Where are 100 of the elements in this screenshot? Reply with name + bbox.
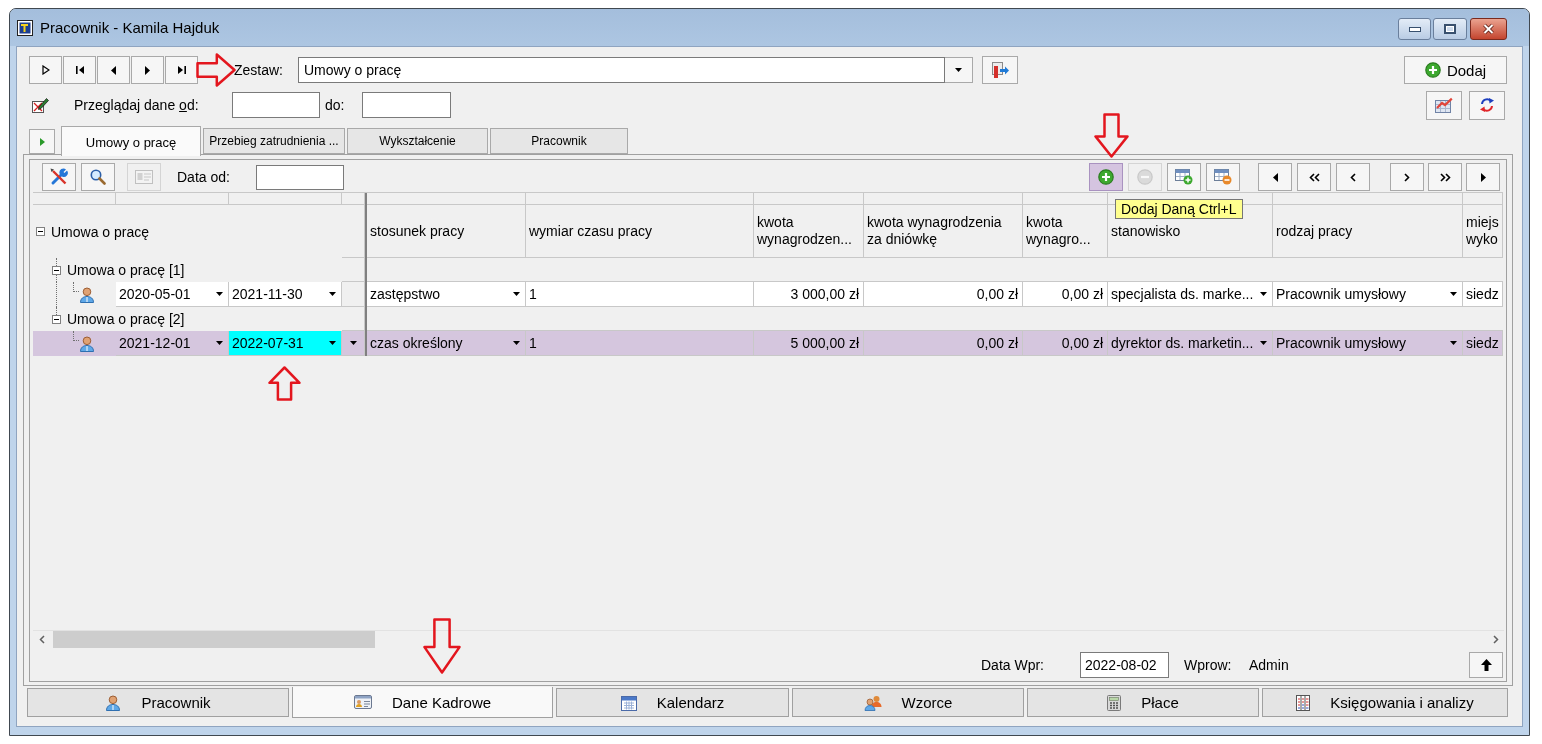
plus-circle-icon: [1098, 169, 1114, 185]
ledger-icon: [1296, 694, 1311, 711]
maximize-button[interactable]: [1433, 18, 1467, 40]
bottom-tab[interactable]: Płace: [1027, 688, 1259, 717]
triangle-left-icon: [1272, 172, 1278, 182]
scroll-last-button[interactable]: [1466, 163, 1500, 191]
triangle-right-icon: [1480, 172, 1486, 182]
pencil-cross-icon[interactable]: [32, 96, 49, 114]
double-chevron-left-icon: [1308, 172, 1320, 182]
set-label: Zestaw:: [234, 62, 284, 78]
minus-circle-icon: [1137, 169, 1153, 185]
first-record-button[interactable]: [63, 56, 96, 84]
table-cell: siedz: [1463, 331, 1503, 356]
table-cell: 0,00 zł: [864, 331, 1023, 356]
refresh-icon: [1479, 97, 1495, 113]
table-minus-icon: [1214, 169, 1232, 185]
scrollbar-thumb[interactable]: [53, 631, 375, 648]
dropdown-cell[interactable]: specjalista ds. marke...: [1108, 282, 1273, 307]
arrow-up-icon: [1480, 659, 1492, 671]
set-options-button[interactable]: [982, 56, 1018, 84]
bottom-tab[interactable]: Dane Kadrowe: [292, 687, 553, 718]
dropdown-button[interactable]: [945, 57, 973, 83]
table-cell: 5 000,00 zł: [754, 331, 864, 356]
caret-icon: [513, 341, 520, 345]
tools-button[interactable]: [42, 163, 76, 191]
author-value: Admin: [1249, 657, 1290, 673]
maximize-icon: [1444, 24, 1456, 34]
table-cell: 1: [526, 331, 754, 356]
date-dropdown-cell[interactable]: 2021-11-30: [229, 282, 342, 307]
chevron-right-icon: [1492, 635, 1499, 644]
play-button[interactable]: [29, 56, 62, 84]
caret-icon: [1260, 341, 1267, 345]
person-icon: [105, 694, 122, 711]
dropdown-cell[interactable]: czas określony: [367, 331, 526, 356]
tree-toggle[interactable]: [52, 265, 61, 275]
tab[interactable]: Umowy o pracę: [61, 126, 201, 156]
group-label: Umowa o pracę [2]: [67, 311, 185, 327]
date-from-field[interactable]: [232, 92, 320, 118]
entry-date-label: Data Wpr:: [981, 657, 1045, 673]
tab[interactable]: Pracownik: [490, 128, 628, 154]
expand-button[interactable]: [29, 129, 55, 154]
table-cell: 0,00 zł: [1023, 331, 1108, 356]
add-button[interactable]: Dodaj: [1404, 56, 1507, 84]
caret-icon: [216, 292, 223, 296]
previous-record-button[interactable]: [97, 56, 130, 84]
person-icon: [79, 335, 95, 352]
chart-button[interactable]: [1426, 90, 1462, 120]
table-cell: 3 000,00 zł: [754, 282, 864, 307]
dropdown-cell[interactable]: Pracownik umysłowy: [1273, 282, 1463, 307]
add-record-button[interactable]: [1089, 163, 1123, 191]
date-field[interactable]: [256, 164, 344, 190]
dropdown-cell[interactable]: zastępstwo: [367, 282, 526, 307]
people-icon: [863, 694, 882, 711]
minimize-button[interactable]: [1398, 18, 1431, 40]
double-chevron-right-icon: [1439, 172, 1451, 182]
next-record-button[interactable]: [131, 56, 164, 84]
scroll-first-button[interactable]: [1258, 163, 1292, 191]
search-button[interactable]: [81, 163, 115, 191]
person-icon: [79, 286, 95, 303]
to-label: do:: [325, 97, 346, 113]
add-row-button[interactable]: [1167, 163, 1201, 191]
tab[interactable]: Wykształcenie: [347, 128, 488, 154]
calculator-icon: [1107, 694, 1122, 711]
chevron-left-icon: [38, 635, 45, 644]
date-label: Data od:: [177, 169, 231, 185]
table-plus-icon: [1175, 169, 1193, 185]
refresh-button[interactable]: [1469, 90, 1505, 120]
dropdown-cell[interactable]: Pracownik umysłowy: [1273, 331, 1463, 356]
tools-icon: [50, 168, 68, 186]
annotation-arrow-icon: [423, 618, 461, 674]
date-dropdown-cell[interactable]: 2022-07-31: [229, 331, 342, 356]
entry-date-field[interactable]: 2022-08-02: [1080, 652, 1169, 678]
tab[interactable]: Przebieg zatrudnienia ...: [203, 128, 345, 154]
skip-to-first-icon: [75, 65, 84, 75]
remove-row-button[interactable]: [1206, 163, 1240, 191]
table-row[interactable]: 2021-12-01 2022-07-31 czas określony 1 5 000,00 zł 0,00 zł 0,00 zł dyrektor ds. marketin... Pracownik umysłowy siedz: [33, 331, 1503, 356]
table-cell: 0,00 zł: [864, 282, 1023, 307]
minimize-icon: [1408, 26, 1421, 32]
close-icon: [1482, 23, 1495, 35]
id-card-icon: [353, 694, 372, 710]
tree-toggle[interactable]: [36, 227, 45, 236]
page-forward-button[interactable]: [1428, 163, 1462, 191]
dropdown-cell[interactable]: dyrektor ds. marketin...: [1108, 331, 1273, 356]
close-button[interactable]: [1470, 18, 1507, 40]
date-to-field[interactable]: [362, 92, 451, 118]
document-arrow-icon: [991, 61, 1009, 79]
bottom-tab[interactable]: Wzorce: [792, 688, 1024, 717]
bottom-tab[interactable]: Księgowania i analizy: [1262, 688, 1508, 717]
bottom-tab[interactable]: Pracownik: [27, 688, 289, 717]
last-record-button[interactable]: [165, 56, 198, 84]
scroll-up-button[interactable]: [1469, 652, 1503, 678]
set-combo-field[interactable]: Umowy o pracę: [298, 57, 945, 83]
page-back-button[interactable]: [1297, 163, 1331, 191]
bottom-tab[interactable]: Kalendarz: [556, 688, 789, 717]
tree-toggle[interactable]: [52, 314, 61, 324]
date-dropdown-cell[interactable]: 2020-05-01: [116, 282, 229, 307]
search-icon: [90, 169, 106, 185]
calendar-icon: [620, 694, 637, 711]
plus-circle-icon: [1424, 62, 1441, 78]
triangle-right-icon: [145, 65, 150, 75]
